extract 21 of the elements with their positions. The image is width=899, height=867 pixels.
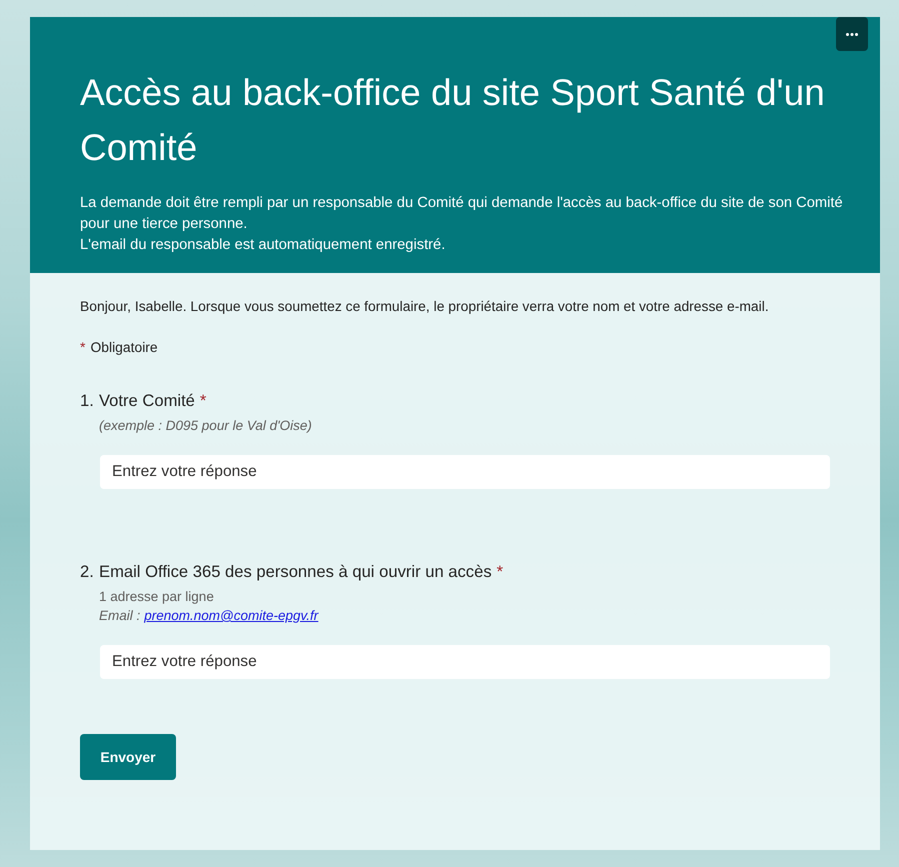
form-description: L'email du responsable est automatiquement enregistré. xyxy=(80,236,446,255)
question-number: 1. xyxy=(80,390,95,412)
submit-button[interactable]: Envoyer xyxy=(80,734,176,780)
example-label: Email : xyxy=(99,607,140,625)
email-link[interactable]: prenom.nom@comite-epgv.fr xyxy=(144,606,318,625)
question-number: 2. xyxy=(80,561,95,583)
form-description: La demande doit être rempli par un responsable du Comité qui demande l'accès au back-office du site de son Comité pour une tierce personne. xyxy=(80,194,844,234)
question-hint: 1 adresse par ligne xyxy=(99,588,215,606)
respondent-notice: Bonjour, Isabelle. Lorsque vous soumettez ce formulaire, le propriétaire verra votre nom et votre adresse e-mail. xyxy=(80,297,770,315)
more-icon xyxy=(846,32,858,36)
form-title: Accès au back-office du site Sport Santé d'un Comité xyxy=(80,71,826,170)
required-asterisk: * xyxy=(200,390,206,412)
question-title: Email Office 365 des personnes à qui ouvrir un accès xyxy=(99,561,492,583)
answer-field[interactable]: Entrez votre réponse xyxy=(100,455,830,489)
answer-field[interactable]: Entrez votre réponse xyxy=(100,645,830,679)
question-title: Votre Comité xyxy=(99,390,195,412)
more-button[interactable] xyxy=(836,17,868,51)
required-asterisk: * xyxy=(80,338,86,356)
required-legend: Obligatoire xyxy=(90,338,158,356)
required-asterisk: * xyxy=(496,561,504,583)
question-hint: (exemple : D095 pour le Val d'Oise) xyxy=(99,417,313,435)
